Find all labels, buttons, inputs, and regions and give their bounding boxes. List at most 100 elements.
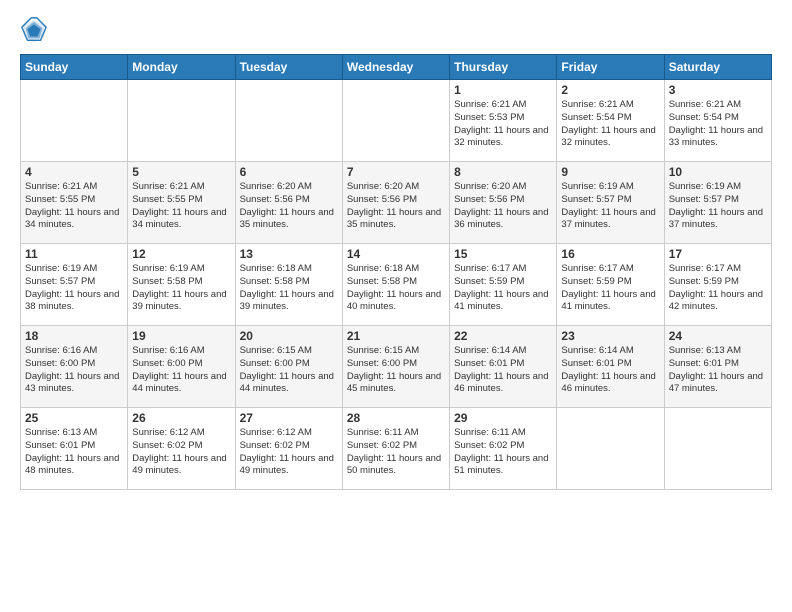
day-number: 25 <box>25 411 123 425</box>
day-number: 5 <box>132 165 230 179</box>
day-info: Sunrise: 6:15 AM Sunset: 6:00 PM Dayligh… <box>347 345 445 396</box>
calendar-cell <box>128 80 235 162</box>
day-number: 29 <box>454 411 552 425</box>
day-info: Sunrise: 6:14 AM Sunset: 6:01 PM Dayligh… <box>561 345 659 396</box>
day-number: 28 <box>347 411 445 425</box>
day-info: Sunrise: 6:17 AM Sunset: 5:59 PM Dayligh… <box>669 263 767 314</box>
day-number: 23 <box>561 329 659 343</box>
day-info: Sunrise: 6:20 AM Sunset: 5:56 PM Dayligh… <box>454 181 552 232</box>
calendar-cell <box>557 408 664 490</box>
day-info: Sunrise: 6:15 AM Sunset: 6:00 PM Dayligh… <box>240 345 338 396</box>
day-number: 14 <box>347 247 445 261</box>
day-number: 17 <box>669 247 767 261</box>
calendar-cell: 11Sunrise: 6:19 AM Sunset: 5:57 PM Dayli… <box>21 244 128 326</box>
calendar-cell <box>235 80 342 162</box>
day-number: 8 <box>454 165 552 179</box>
day-number: 10 <box>669 165 767 179</box>
day-header-wednesday: Wednesday <box>342 55 449 80</box>
calendar-cell: 12Sunrise: 6:19 AM Sunset: 5:58 PM Dayli… <box>128 244 235 326</box>
day-header-monday: Monday <box>128 55 235 80</box>
day-number: 24 <box>669 329 767 343</box>
page-header <box>20 16 772 44</box>
calendar-cell: 21 Sunrise: 6:15 AM Sunset: 6:00 PM Dayli… <box>342 326 449 408</box>
calendar-cell: 7 Sunrise: 6:20 AM Sunset: 5:56 PM Daylig… <box>342 162 449 244</box>
week-row-2: 11Sunrise: 6:19 AM Sunset: 5:57 PM Dayli… <box>21 244 772 326</box>
calendar-cell: 5 Sunrise: 6:21 AM Sunset: 5:55 PM Daylig… <box>128 162 235 244</box>
day-number: 27 <box>240 411 338 425</box>
calendar-cell <box>21 80 128 162</box>
day-header-thursday: Thursday <box>450 55 557 80</box>
calendar-cell: 16 Sunrise: 6:17 AM Sunset: 5:59 PM Dayli… <box>557 244 664 326</box>
day-number: 4 <box>25 165 123 179</box>
day-number: 21 <box>347 329 445 343</box>
day-number: 19 <box>132 329 230 343</box>
day-number: 6 <box>240 165 338 179</box>
logo-icon <box>20 16 48 44</box>
day-number: 2 <box>561 83 659 97</box>
week-row-3: 18 Sunrise: 6:16 AM Sunset: 6:00 PM Dayli… <box>21 326 772 408</box>
day-number: 20 <box>240 329 338 343</box>
day-info: Sunrise: 6:11 AM Sunset: 6:02 PM Dayligh… <box>454 427 552 478</box>
day-number: 18 <box>25 329 123 343</box>
calendar-cell: 14 Sunrise: 6:18 AM Sunset: 5:58 PM Dayli… <box>342 244 449 326</box>
calendar-cell: 2 Sunrise: 6:21 AM Sunset: 5:54 PM Daylig… <box>557 80 664 162</box>
calendar-cell: 25 Sunrise: 6:13 AM Sunset: 6:01 PM Dayli… <box>21 408 128 490</box>
day-header-tuesday: Tuesday <box>235 55 342 80</box>
calendar-cell: 22 Sunrise: 6:14 AM Sunset: 6:01 PM Dayli… <box>450 326 557 408</box>
day-info: Sunrise: 6:19 AM Sunset: 5:57 PM Dayligh… <box>561 181 659 232</box>
day-info: Sunrise: 6:21 AM Sunset: 5:54 PM Dayligh… <box>669 99 767 150</box>
calendar-cell: 10 Sunrise: 6:19 AM Sunset: 5:57 PM Dayli… <box>664 162 771 244</box>
day-info: Sunrise: 6:13 AM Sunset: 6:01 PM Dayligh… <box>25 427 123 478</box>
calendar-cell: 1Sunrise: 6:21 AM Sunset: 5:53 PM Daylig… <box>450 80 557 162</box>
day-info: Sunrise: 6:21 AM Sunset: 5:55 PM Dayligh… <box>25 181 123 232</box>
day-info: Sunrise: 6:11 AM Sunset: 6:02 PM Dayligh… <box>347 427 445 478</box>
day-info: Sunrise: 6:18 AM Sunset: 5:58 PM Dayligh… <box>347 263 445 314</box>
calendar-cell <box>342 80 449 162</box>
day-info: Sunrise: 6:14 AM Sunset: 6:01 PM Dayligh… <box>454 345 552 396</box>
day-info: Sunrise: 6:19 AM Sunset: 5:57 PM Dayligh… <box>25 263 123 314</box>
week-row-1: 4 Sunrise: 6:21 AM Sunset: 5:55 PM Daylig… <box>21 162 772 244</box>
day-header-sunday: Sunday <box>21 55 128 80</box>
calendar-cell: 20 Sunrise: 6:15 AM Sunset: 6:00 PM Dayli… <box>235 326 342 408</box>
day-info: Sunrise: 6:21 AM Sunset: 5:54 PM Dayligh… <box>561 99 659 150</box>
calendar-table: SundayMondayTuesdayWednesdayThursdayFrid… <box>20 54 772 490</box>
day-number: 16 <box>561 247 659 261</box>
day-info: Sunrise: 6:16 AM Sunset: 6:00 PM Dayligh… <box>25 345 123 396</box>
day-info: Sunrise: 6:16 AM Sunset: 6:00 PM Dayligh… <box>132 345 230 396</box>
calendar-cell: 9 Sunrise: 6:19 AM Sunset: 5:57 PM Daylig… <box>557 162 664 244</box>
calendar-cell: 18 Sunrise: 6:16 AM Sunset: 6:00 PM Dayli… <box>21 326 128 408</box>
day-info: Sunrise: 6:21 AM Sunset: 5:55 PM Dayligh… <box>132 181 230 232</box>
calendar-cell: 3 Sunrise: 6:21 AM Sunset: 5:54 PM Daylig… <box>664 80 771 162</box>
day-number: 1 <box>454 83 552 97</box>
calendar-cell: 23 Sunrise: 6:14 AM Sunset: 6:01 PM Dayli… <box>557 326 664 408</box>
day-number: 9 <box>561 165 659 179</box>
day-number: 22 <box>454 329 552 343</box>
day-number: 3 <box>669 83 767 97</box>
calendar-cell: 8 Sunrise: 6:20 AM Sunset: 5:56 PM Daylig… <box>450 162 557 244</box>
day-header-friday: Friday <box>557 55 664 80</box>
day-info: Sunrise: 6:17 AM Sunset: 5:59 PM Dayligh… <box>561 263 659 314</box>
day-info: Sunrise: 6:17 AM Sunset: 5:59 PM Dayligh… <box>454 263 552 314</box>
week-row-4: 25 Sunrise: 6:13 AM Sunset: 6:01 PM Dayli… <box>21 408 772 490</box>
calendar-cell: 19 Sunrise: 6:16 AM Sunset: 6:00 PM Dayli… <box>128 326 235 408</box>
day-number: 12 <box>132 247 230 261</box>
calendar-cell: 4 Sunrise: 6:21 AM Sunset: 5:55 PM Daylig… <box>21 162 128 244</box>
calendar-cell <box>664 408 771 490</box>
day-number: 13 <box>240 247 338 261</box>
calendar-cell: 6 Sunrise: 6:20 AM Sunset: 5:56 PM Daylig… <box>235 162 342 244</box>
day-number: 7 <box>347 165 445 179</box>
calendar-cell: 28 Sunrise: 6:11 AM Sunset: 6:02 PM Dayli… <box>342 408 449 490</box>
week-row-0: 1Sunrise: 6:21 AM Sunset: 5:53 PM Daylig… <box>21 80 772 162</box>
day-info: Sunrise: 6:18 AM Sunset: 5:58 PM Dayligh… <box>240 263 338 314</box>
day-info: Sunrise: 6:19 AM Sunset: 5:57 PM Dayligh… <box>669 181 767 232</box>
calendar-cell: 24 Sunrise: 6:13 AM Sunset: 6:01 PM Dayli… <box>664 326 771 408</box>
day-info: Sunrise: 6:12 AM Sunset: 6:02 PM Dayligh… <box>132 427 230 478</box>
day-info: Sunrise: 6:20 AM Sunset: 5:56 PM Dayligh… <box>347 181 445 232</box>
calendar-cell: 17 Sunrise: 6:17 AM Sunset: 5:59 PM Dayli… <box>664 244 771 326</box>
day-info: Sunrise: 6:20 AM Sunset: 5:56 PM Dayligh… <box>240 181 338 232</box>
calendar-cell: 29 Sunrise: 6:11 AM Sunset: 6:02 PM Dayli… <box>450 408 557 490</box>
calendar-header-row: SundayMondayTuesdayWednesdayThursdayFrid… <box>21 55 772 80</box>
day-info: Sunrise: 6:13 AM Sunset: 6:01 PM Dayligh… <box>669 345 767 396</box>
calendar-cell: 27Sunrise: 6:12 AM Sunset: 6:02 PM Dayli… <box>235 408 342 490</box>
logo <box>20 16 52 44</box>
